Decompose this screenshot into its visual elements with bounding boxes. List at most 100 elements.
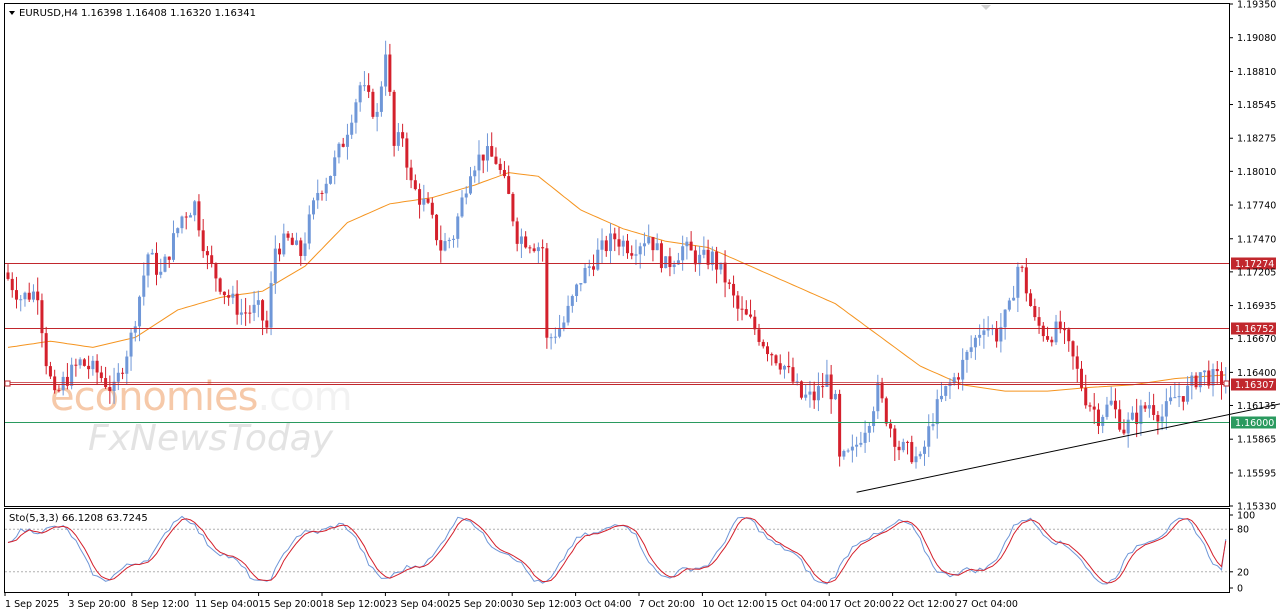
candle-body: [87, 365, 91, 370]
bullish-candle: [549, 333, 553, 350]
price-tick-label: 1.19350: [1237, 0, 1276, 11]
candle-body: [592, 266, 596, 270]
candle-body: [723, 262, 727, 283]
candle-body: [371, 91, 375, 117]
candle-body: [1194, 375, 1198, 388]
bullish-candle: [863, 420, 867, 453]
candle-body: [846, 450, 850, 452]
candle-body: [159, 271, 163, 275]
candle-body: [95, 360, 99, 373]
candle-body: [1118, 409, 1122, 430]
bullish-candle: [587, 259, 591, 277]
time-tick-label: 7 Oct 20:00: [639, 599, 695, 610]
candle-body: [121, 372, 125, 374]
candle-body: [876, 383, 880, 412]
bearish-candle: [290, 233, 294, 246]
bullish-candle: [31, 284, 35, 303]
bearish-candle: [1029, 289, 1033, 307]
svg-text:economies.com: economies.com: [50, 374, 352, 420]
level-resistance[interactable]: 1.16752: [5, 322, 1276, 336]
bullish-candle: [1016, 262, 1020, 313]
bearish-candle: [995, 320, 999, 348]
bearish-candle: [418, 183, 422, 219]
bullish-candle: [850, 434, 854, 463]
candle-body: [295, 240, 299, 245]
candle-body: [1143, 405, 1147, 409]
candle-body: [1024, 267, 1028, 294]
bullish-candle: [935, 389, 939, 439]
candle-body: [761, 341, 765, 347]
candle-body: [821, 386, 825, 388]
bullish-candle: [986, 316, 990, 337]
candle-body: [766, 346, 770, 355]
candle-body: [481, 154, 485, 161]
bullish-candle: [159, 258, 163, 279]
candle-body: [1186, 385, 1190, 402]
candle-body: [736, 295, 740, 309]
bullish-candle: [621, 235, 625, 257]
bearish-candle: [1046, 326, 1050, 342]
symbol-dropdown-icon[interactable]: [9, 11, 15, 15]
bullish-candle: [142, 262, 146, 306]
one-click-trading-arrow-icon[interactable]: [981, 5, 991, 10]
candle-body: [163, 256, 167, 272]
bearish-candle: [36, 277, 40, 315]
candle-body: [604, 240, 608, 252]
candle-body: [176, 228, 180, 234]
price-tick-label: 1.17205: [1237, 267, 1276, 278]
bearish-candle: [524, 231, 528, 249]
bearish-candle: [732, 275, 736, 308]
bearish-candle: [893, 425, 897, 461]
candle-body: [1215, 369, 1219, 372]
candle-body: [1122, 429, 1126, 434]
candle-body: [808, 391, 812, 395]
bearish-candle: [286, 231, 290, 241]
eurusd-chart[interactable]: economies.com FxNewsToday EURUSD,H4 1.16…: [0, 0, 1280, 616]
bearish-candle: [736, 291, 740, 321]
bullish-candle: [647, 224, 651, 245]
candle-body: [91, 360, 95, 370]
bearish-candle: [528, 245, 532, 254]
candle-body: [6, 272, 10, 279]
bearish-candle: [906, 440, 910, 455]
candle-body: [566, 305, 570, 323]
bullish-candle: [642, 232, 646, 256]
bearish-candle: [371, 88, 375, 119]
candle-body: [193, 201, 197, 216]
bearish-candle: [604, 235, 608, 257]
candle-body: [1211, 369, 1215, 386]
bearish-candle: [10, 272, 14, 298]
bullish-candle: [795, 373, 799, 386]
bearish-candle: [435, 214, 439, 246]
bullish-candle: [485, 133, 489, 172]
candle-body: [494, 156, 498, 164]
bearish-candle: [1118, 400, 1122, 432]
candle-body: [61, 376, 65, 391]
candle-body: [1164, 401, 1168, 417]
bearish-candle: [1135, 398, 1139, 438]
bullish-candle: [256, 290, 260, 318]
bearish-candle: [235, 280, 239, 325]
candle-body: [312, 200, 315, 215]
candle-body: [545, 248, 549, 338]
bearish-candle: [630, 245, 634, 260]
watermark: economies.com FxNewsToday: [50, 374, 353, 459]
bearish-candle: [897, 440, 901, 461]
candle-body: [227, 295, 231, 298]
trendline-layer[interactable]: [856, 395, 1280, 493]
bearish-candle: [651, 236, 655, 262]
bullish-candle: [952, 372, 956, 386]
candle-body: [863, 432, 867, 443]
bullish-candle: [477, 140, 481, 184]
candle-body: [515, 221, 519, 244]
candle-body: [927, 426, 931, 447]
stochastic-lines: [5, 515, 1229, 585]
bearish-candle: [1050, 336, 1054, 347]
bullish-candle: [973, 335, 977, 360]
candle-body: [19, 299, 23, 301]
time-tick-label: 8 Sep 12:00: [132, 599, 189, 610]
price-tick-label: 1.16400: [1237, 368, 1276, 379]
support-trendline[interactable]: [856, 395, 1280, 493]
bearish-candle: [1020, 265, 1024, 273]
candle-body: [973, 337, 977, 348]
